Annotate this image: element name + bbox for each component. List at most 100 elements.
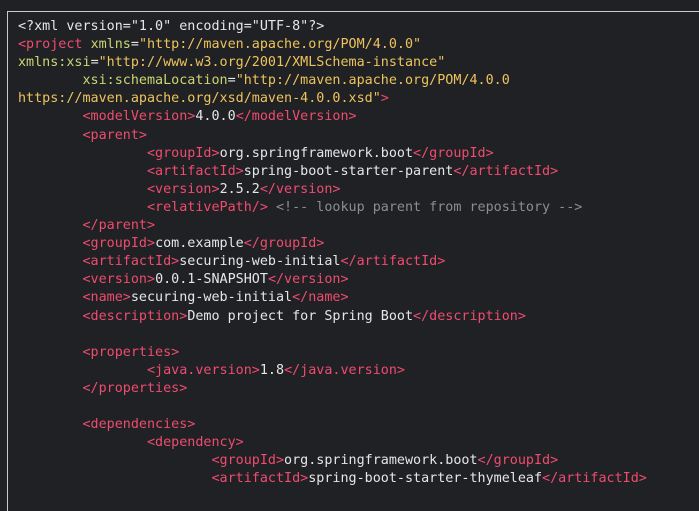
xml-attribute: xmlns xyxy=(90,37,131,53)
code-line: <project xmlns="http://maven.apache.org/… xyxy=(18,36,647,54)
xml-tag: <dependencies> xyxy=(82,417,196,433)
xml-tag: </parent> xyxy=(82,218,156,234)
xml-tag: </artifactId> xyxy=(340,254,446,270)
code-text: com.example xyxy=(155,236,244,252)
xml-tag: <properties> xyxy=(82,344,180,360)
xml-tag: </groupId> xyxy=(477,453,559,469)
code-line: <relativePath/> <!-- lookup parent from … xyxy=(18,199,647,217)
code-text: spring-boot-starter-parent xyxy=(243,163,454,179)
xml-tag: <version> xyxy=(147,181,220,197)
code-line: <name>securing-web-initial</name> xyxy=(18,289,647,307)
xml-tag: </artifactId> xyxy=(453,163,559,179)
xml-string: "http://maven.apache.org/POM/4.0.0" xyxy=(138,37,422,53)
code-line: <dependency> xyxy=(18,434,647,452)
code-text: org.springframework.boot xyxy=(284,453,478,469)
code-block: <?xml version="1.0" encoding="UTF-8"?> <p… xyxy=(18,18,647,488)
code-line: <dependencies> xyxy=(18,416,647,434)
code-text: 1.8 xyxy=(259,362,285,378)
code-line: <?xml version="1.0" encoding="UTF-8"?> xyxy=(18,18,647,36)
xml-tag: </properties> xyxy=(82,380,188,396)
code-line: <groupId>com.example</groupId> xyxy=(18,235,647,253)
code-line: https://maven.apache.org/xsd/maven-4.0.0… xyxy=(18,90,647,108)
xml-tag: <dependency> xyxy=(147,435,244,451)
code-line: xmlns:xsi="http://www.w3.org/2001/XMLSch… xyxy=(18,54,647,72)
xml-tag: <parent> xyxy=(82,127,148,143)
code-text: = xyxy=(90,55,99,71)
xml-tag: <java.version> xyxy=(147,362,260,378)
code-line: <parent> xyxy=(18,127,647,145)
code-line: <groupId>org.springframework.boot</group… xyxy=(18,145,647,163)
code-line: </properties> xyxy=(18,380,647,398)
code-line: <artifactId>spring-boot-starter-parent</… xyxy=(18,163,647,181)
code-text: Demo project for Spring Boot xyxy=(187,308,414,324)
xml-tag: <relativePath/> xyxy=(147,199,268,215)
xml-tag: </name> xyxy=(292,290,349,306)
xml-tag: <artifactId> xyxy=(147,163,244,179)
code-line: <modelVersion>4.0.0</modelVersion> xyxy=(18,108,647,126)
code-text: securing-web-initial xyxy=(130,290,293,306)
code-text: securing-web-initial xyxy=(179,254,341,270)
code-text: = xyxy=(130,37,139,53)
code-line: </parent> xyxy=(18,217,647,235)
code-text: spring-boot-starter-thymeleaf xyxy=(308,471,543,487)
code-text: 4.0.0 xyxy=(195,109,236,125)
xml-tag: <groupId> xyxy=(211,453,285,469)
xml-tag: </groupId> xyxy=(243,236,325,252)
xml-tag: <description> xyxy=(82,308,188,324)
code-line: <properties> xyxy=(18,344,647,362)
code-line: <description>Demo project for Spring Boo… xyxy=(18,308,647,326)
xml-tag: <name> xyxy=(82,290,131,306)
xml-tag: <artifactId> xyxy=(211,471,309,487)
xml-string: "http://maven.apache.org/POM/4.0.0 xyxy=(235,73,510,89)
xml-tag: <version> xyxy=(82,272,156,288)
xml-tag: </version> xyxy=(267,272,349,288)
code-text: <?xml version="1.0" encoding="UTF-8"?> xyxy=(18,19,325,34)
xml-tag: </java.version> xyxy=(284,362,405,378)
xml-tag: <project xyxy=(18,37,91,53)
code-line: <java.version>1.8</java.version> xyxy=(18,362,647,380)
xml-comment: <!-- lookup parent from repository --> xyxy=(276,199,583,215)
code-text: 0.0.1-SNAPSHOT xyxy=(155,272,268,288)
xml-tag: <groupId> xyxy=(147,145,220,161)
code-text: org.springframework.boot xyxy=(219,145,414,161)
xml-attribute: xsi:schemaLocation xyxy=(82,73,228,89)
code-text: 2.5.2 xyxy=(219,181,260,197)
code-line: <groupId>org.springframework.boot</group… xyxy=(18,452,647,470)
code-line: <artifactId>spring-boot-starter-thymelea… xyxy=(18,470,647,488)
xml-tag: </groupId> xyxy=(413,145,494,161)
xml-attribute: xmlns:xsi xyxy=(18,55,91,71)
xml-tag: <modelVersion> xyxy=(82,109,196,125)
xml-tag: <groupId> xyxy=(82,236,156,252)
xml-tag: </artifactId> xyxy=(542,471,647,487)
code-line: <artifactId>securing-web-initial</artifa… xyxy=(18,253,647,271)
xml-string: "http://www.w3.org/2001/XMLSchema-instan… xyxy=(98,55,446,71)
xml-tag: </modelVersion> xyxy=(235,109,357,125)
code-line: <version>2.5.2</version> xyxy=(18,181,647,199)
code-line: ​ xyxy=(18,326,647,344)
code-line: xsi:schemaLocation="http://maven.apache.… xyxy=(18,72,647,90)
xml-tag: </version> xyxy=(259,181,341,197)
code-line: ​ xyxy=(18,398,647,416)
xml-string: https://maven.apache.org/xsd/maven-4.0.0… xyxy=(18,91,381,107)
